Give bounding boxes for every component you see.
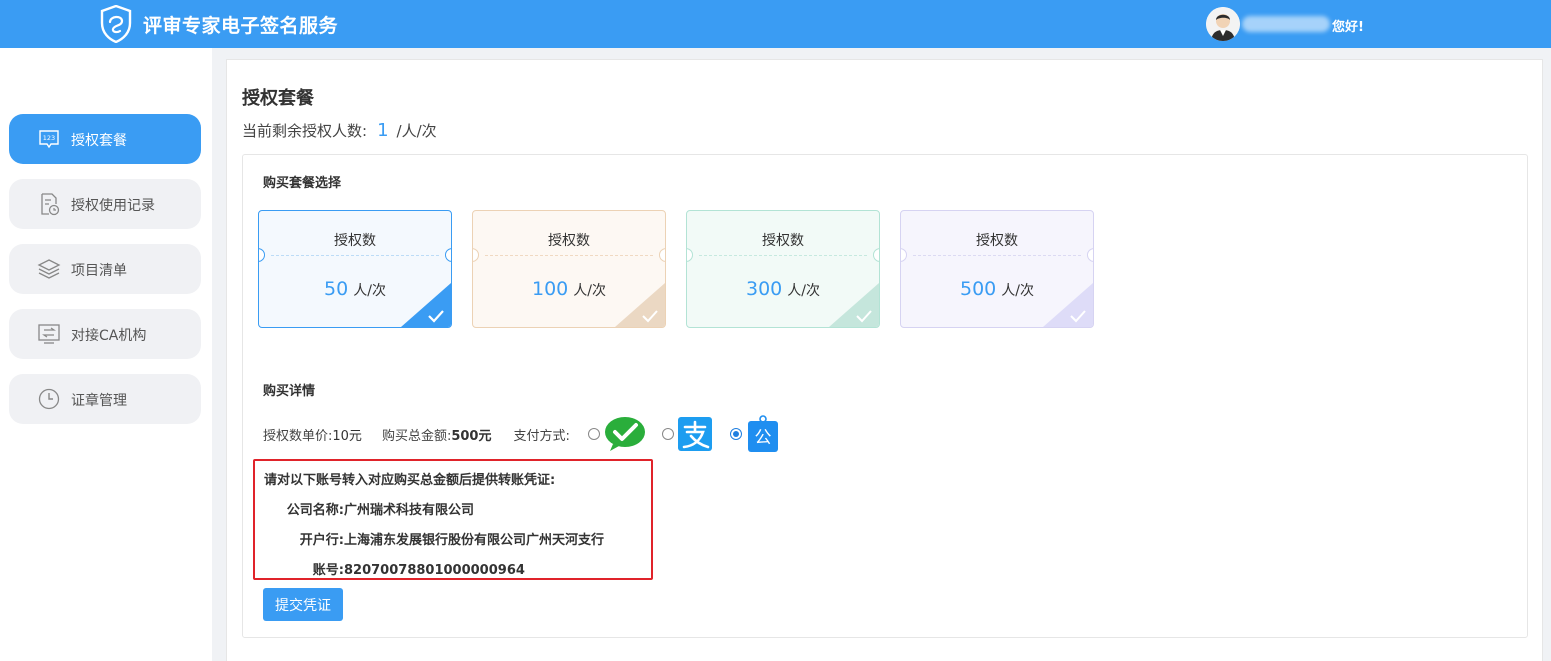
payment-label: 支付方式:: [513, 428, 570, 444]
user-avatar[interactable]: [1206, 7, 1240, 41]
ticket-notch: [901, 248, 907, 262]
bank-row: 开户行:上海浦东发展银行股份有限公司广州天河支行: [264, 529, 604, 548]
sidebar-item-label: 授权使用记录: [71, 198, 155, 214]
remaining-count: 1: [377, 120, 389, 141]
svg-text:123: 123: [43, 134, 55, 142]
page-title: 授权套餐: [242, 88, 314, 109]
transfer-instruction: 请对以下账号转入对应购买总金额后提供转账凭证:: [264, 473, 556, 488]
sidebar-item-auth-records[interactable]: 授权使用记录: [9, 179, 201, 229]
checkmark-icon: [856, 310, 872, 323]
company-value: 广州瑞术科技有限公司: [344, 503, 475, 518]
package-divider: [913, 255, 1081, 256]
package-label: 授权数: [762, 233, 804, 249]
shield-logo-icon: [100, 5, 132, 43]
package-unit: 人/次: [1001, 283, 1034, 299]
checkmark-icon: [428, 310, 444, 323]
total-label: 购买总金额:: [381, 428, 452, 444]
ticket-notch: [1087, 248, 1093, 262]
package-label: 授权数: [334, 233, 376, 249]
sidebar: 123 授权套餐 授权使用记录 项目清单 对接CA机构 证章管理: [0, 48, 212, 661]
username-redacted: [1242, 16, 1330, 32]
remaining-label: 当前剩余授权人数:: [242, 122, 368, 140]
transfer-icon: [38, 324, 60, 344]
sidebar-item-label: 授权套餐: [71, 133, 127, 149]
sidebar-item-label: 项目清单: [71, 263, 127, 279]
package-label: 授权数: [976, 233, 1018, 249]
ticket-notch: [259, 248, 265, 262]
package-card-100[interactable]: 授权数 100 人/次: [472, 210, 666, 328]
package-section-title: 购买套餐选择: [263, 176, 342, 191]
ticket-notch: [445, 248, 451, 262]
account-row: 账号:82070078801000000964: [264, 559, 525, 578]
package-amount: 100: [532, 278, 569, 300]
bank-value: 上海浦东发展银行股份有限公司广州天河支行: [344, 533, 605, 548]
layers-icon: [37, 259, 61, 279]
sidebar-item-ca-integration[interactable]: 对接CA机构: [9, 309, 201, 359]
total-value: 500元: [451, 428, 492, 444]
unit-price-label: 授权数单价:: [263, 428, 333, 444]
detail-section-title: 购买详情: [263, 384, 316, 399]
package-divider: [271, 255, 439, 256]
ticket-notch: [473, 248, 479, 262]
company-row: 公司名称:广州瑞术科技有限公司: [264, 499, 474, 518]
package-card-300[interactable]: 授权数 300 人/次: [686, 210, 880, 328]
corporate-transfer-radio[interactable]: [729, 428, 742, 440]
package-amount: 500: [960, 278, 997, 300]
company-label: 公司名称:: [286, 503, 344, 518]
transfer-info-box: 请对以下账号转入对应购买总金额后提供转账凭证: 公司名称:广州瑞术科技有限公司 …: [253, 459, 653, 580]
package-card-500[interactable]: 授权数 500 人/次: [900, 210, 1094, 328]
corporate-transfer-icon[interactable]: 公: [746, 415, 780, 453]
avatar-person-icon: [1206, 7, 1240, 41]
bank-label: 开户行:: [299, 533, 344, 548]
ticket-notch: [659, 248, 665, 262]
wechat-pay-radio[interactable]: [587, 428, 600, 440]
ticket-notch: [687, 248, 693, 262]
package-amount: 50: [324, 278, 349, 300]
corporate-transfer-glyph: 公: [754, 428, 771, 448]
alipay-icon[interactable]: [677, 417, 712, 451]
purchase-detail-line: 授权数单价: 10元 购买总金额: 500元 支付方式: 公: [263, 415, 780, 453]
account-label: 账号:: [312, 563, 344, 578]
package-amount: 300: [746, 278, 783, 300]
package-unit: 人/次: [573, 283, 606, 299]
submit-voucher-button[interactable]: 提交凭证: [263, 588, 343, 621]
sidebar-item-seal-management[interactable]: 证章管理: [9, 374, 201, 424]
package-card-50[interactable]: 授权数 50 人/次: [258, 210, 452, 328]
checkmark-icon: [1070, 310, 1086, 323]
sidebar-item-label: 证章管理: [71, 393, 127, 409]
package-divider: [699, 255, 867, 256]
account-value: 82070078801000000964: [344, 563, 525, 578]
remaining-count-line: 当前剩余授权人数: 1 /人/次: [242, 120, 437, 141]
sidebar-item-label: 对接CA机构: [71, 328, 147, 344]
main-content: 授权套餐 当前剩余授权人数: 1 /人/次 购买套餐选择 授权数 50 人/次 授…: [226, 59, 1543, 661]
unit-price-value: 10元: [332, 428, 362, 444]
sidebar-item-project-list[interactable]: 项目清单: [9, 244, 201, 294]
ticket-notch: [873, 248, 879, 262]
remaining-unit: /人/次: [396, 122, 437, 140]
package-label: 授权数: [548, 233, 590, 249]
package-divider: [485, 255, 653, 256]
wechat-pay-icon[interactable]: [604, 416, 646, 452]
sidebar-item-auth-package[interactable]: 123 授权套餐: [9, 114, 201, 164]
package-unit: 人/次: [787, 283, 820, 299]
package-unit: 人/次: [353, 283, 386, 299]
greeting-text: 您好!: [1332, 20, 1364, 35]
top-header: 评审专家电子签名服务 您好!: [0, 0, 1551, 48]
alipay-radio[interactable]: [661, 428, 674, 440]
app-title: 评审专家电子签名服务: [143, 15, 339, 37]
purchase-panel: 购买套餐选择 授权数 50 人/次 授权数 100 人/次 授权数 300 人/…: [242, 154, 1528, 638]
clock-icon: [38, 388, 60, 410]
checkmark-icon: [642, 310, 658, 323]
document-clock-icon: [41, 193, 60, 216]
badge-123-icon: 123: [39, 130, 59, 149]
